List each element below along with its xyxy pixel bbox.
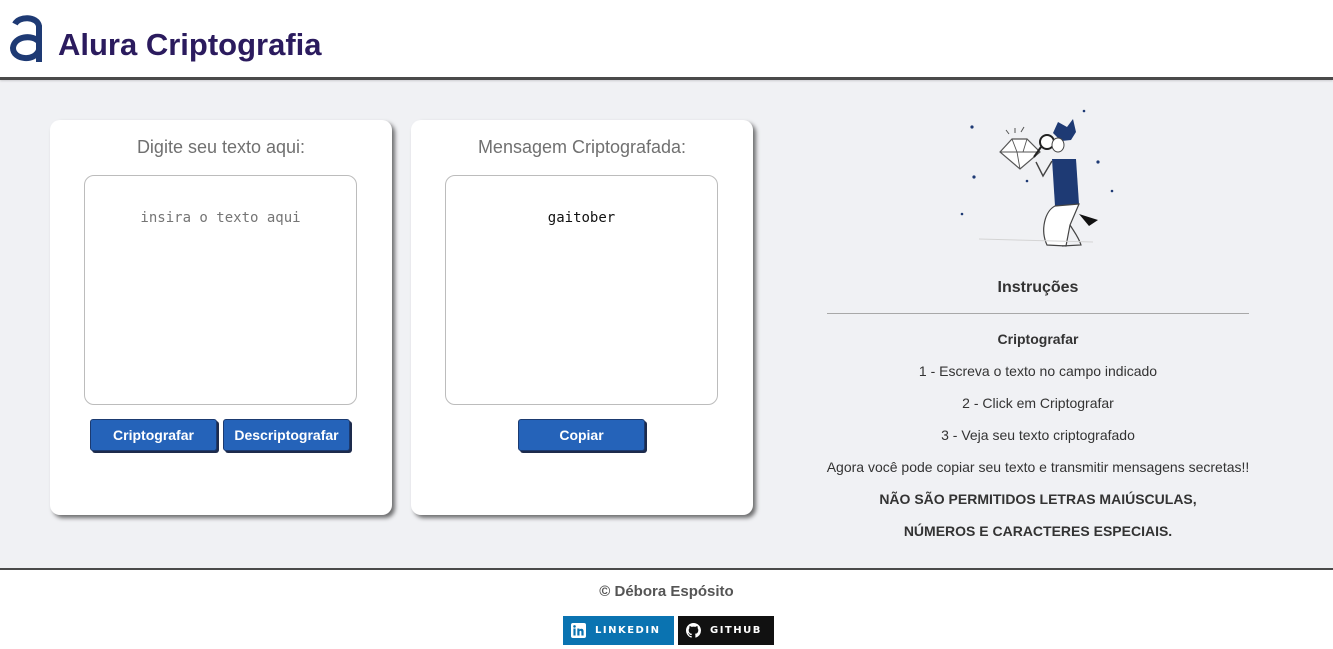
instructions-warning-1: NÃO SÃO PERMITIDOS LETRAS MAIÚSCULAS, <box>879 491 1197 507</box>
copy-button[interactable]: Copiar <box>518 419 645 451</box>
instructions-subtitle: Criptografar <box>997 331 1079 347</box>
linkedin-badge[interactable]: LINKEDIN <box>563 616 674 645</box>
instructions-divider <box>827 313 1249 314</box>
text-input[interactable] <box>84 175 357 405</box>
github-icon <box>686 623 701 638</box>
output-card: Mensagem Criptografada: gaitober Copiar <box>411 120 753 515</box>
page-title: Alura Criptografia <box>58 27 322 62</box>
linkedin-label: LINKEDIN <box>595 625 661 636</box>
output-textarea[interactable]: gaitober <box>445 175 718 405</box>
instructions-warning-2: NÚMEROS E CARACTERES ESPECIAIS. <box>903 523 1173 539</box>
linkedin-icon <box>571 623 586 638</box>
encrypt-button[interactable]: Criptografar <box>90 419 217 451</box>
alura-logo-icon[interactable] <box>9 14 43 64</box>
output-card-title: Mensagem Criptografada: <box>477 137 687 157</box>
instructions-step-1: 1 - Escreva o texto no campo indicado <box>918 363 1158 379</box>
instructions-note: Agora você pode copiar seu texto e trans… <box>826 459 1250 475</box>
github-label: GITHUB <box>710 625 762 636</box>
instructions-title: Instruções <box>997 279 1079 296</box>
footer: © Débora Espósito LINKEDIN GITHUB <box>0 568 1333 649</box>
decrypt-button[interactable]: Descriptografar <box>223 419 350 451</box>
github-badge[interactable]: GITHUB <box>678 616 774 645</box>
encrypt-card: Digite seu texto aqui: Criptografar Desc… <box>50 120 392 515</box>
person-magnifier-illustration <box>960 109 1114 247</box>
instructions-step-3: 3 - Veja seu texto criptografado <box>941 427 1135 443</box>
copyright-text: © Débora Espósito <box>599 583 734 600</box>
encrypt-card-title: Digite seu texto aqui: <box>136 137 306 157</box>
instructions-step-2: 2 - Click em Criptografar <box>962 395 1114 411</box>
header: Alura Criptografia <box>0 0 1333 80</box>
